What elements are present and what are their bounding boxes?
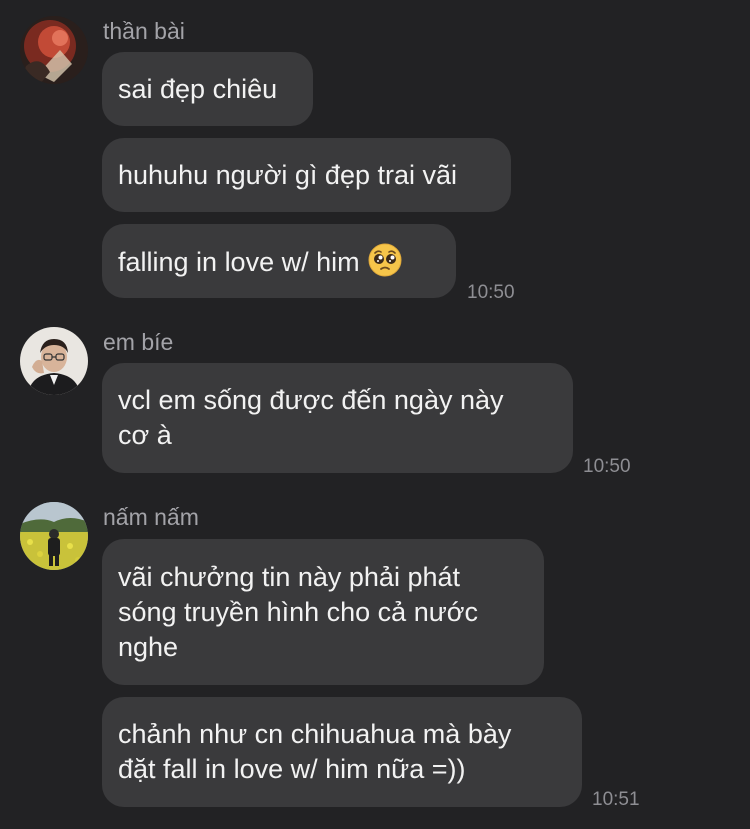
sender-name: em bíe bbox=[103, 329, 174, 355]
avatar[interactable] bbox=[20, 502, 88, 570]
message-text: chảnh như cn chihuahua mà bày bbox=[118, 719, 512, 749]
message-bubble[interactable]: sai đẹp chiêu bbox=[102, 52, 313, 126]
message-bubble[interactable]: vcl em sống được đến ngày này cơ à bbox=[102, 363, 573, 473]
message-text: đặt fall in love w/ him nữa =)) bbox=[118, 754, 466, 784]
message-text: falling in love w/ him bbox=[118, 246, 360, 277]
sender-name: thần bài bbox=[103, 18, 185, 44]
timestamp: 10:50 bbox=[467, 282, 515, 303]
message-text: vãi chưởng tin này phải phát bbox=[118, 561, 460, 592]
sender-name: nấm nấm bbox=[103, 504, 199, 530]
message-bubble[interactable]: falling in love w/ him bbox=[102, 224, 456, 298]
timestamp: 10:51 bbox=[592, 789, 640, 810]
message-text: cơ à bbox=[118, 420, 172, 450]
message-text: sóng truyền hình cho cả nước bbox=[118, 596, 478, 627]
message-text: sai đẹp chiêu bbox=[118, 73, 278, 104]
message-bubble[interactable]: huhuhu người gì đẹp trai vãi bbox=[102, 138, 511, 212]
person-in-flower-field-avatar bbox=[20, 502, 88, 570]
pleading-face-emoji bbox=[368, 243, 402, 276]
timestamp: 10:50 bbox=[583, 456, 631, 477]
message-line: falling in love w/ him bbox=[118, 243, 440, 280]
message-bubble[interactable]: chảnh như cn chihuahua mà bày đặt fall i… bbox=[102, 697, 582, 807]
avatar[interactable] bbox=[20, 16, 88, 84]
message-text: nghe bbox=[118, 631, 179, 662]
message-text: huhuhu người gì đẹp trai vãi bbox=[118, 159, 458, 190]
message-bubble[interactable]: vãi chưởng tin này phải phát sóng truyền… bbox=[102, 539, 544, 685]
red-abstract-photo-avatar bbox=[20, 16, 88, 84]
message-text: vcl em sống được đến ngày này bbox=[118, 385, 504, 415]
man-with-glasses-avatar bbox=[20, 327, 88, 395]
avatar[interactable] bbox=[20, 327, 88, 395]
